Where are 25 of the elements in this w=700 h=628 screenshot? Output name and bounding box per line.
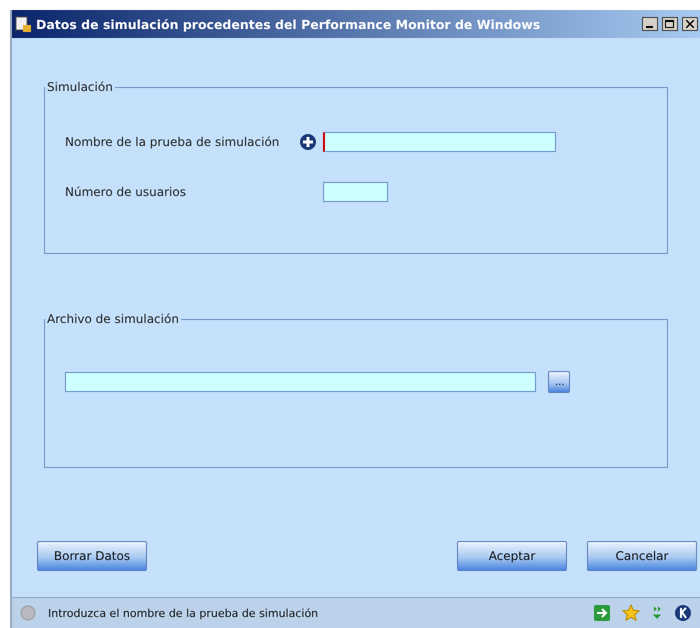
star-icon[interactable] [622,604,640,622]
status-message: Introduzca el nombre de la prueba de simulación [48,606,320,620]
field-label: Número de usuarios [65,185,186,199]
browse-button[interactable]: ... [548,371,570,393]
app-icon [14,15,32,33]
window-title: Datos de simulación procedentes del Performance Monitor de Windows [36,16,542,32]
close-icon [686,20,694,28]
clear-data-button[interactable]: Borrar Datos [37,541,147,571]
close-button[interactable] [682,17,698,31]
arrow-icon[interactable] [594,605,610,621]
file-path-field[interactable] [65,372,536,392]
chevron-icon[interactable] [652,605,662,621]
minimize-button[interactable] [642,17,658,31]
logo-icon[interactable] [674,604,692,622]
cancel-button[interactable]: Cancelar [587,541,697,571]
maximize-icon [665,20,675,28]
input-field[interactable] [323,132,556,152]
group-title: Archivo de simulación [46,312,180,326]
maximize-button[interactable] [662,17,678,31]
status-light-icon [20,605,36,621]
field-label: Nombre de la prueba de simulación [65,135,280,149]
accept-button[interactable]: Aceptar [457,541,567,571]
input-field[interactable] [323,182,388,202]
plus-icon[interactable] [299,133,317,151]
group-title: Simulación [46,80,114,94]
